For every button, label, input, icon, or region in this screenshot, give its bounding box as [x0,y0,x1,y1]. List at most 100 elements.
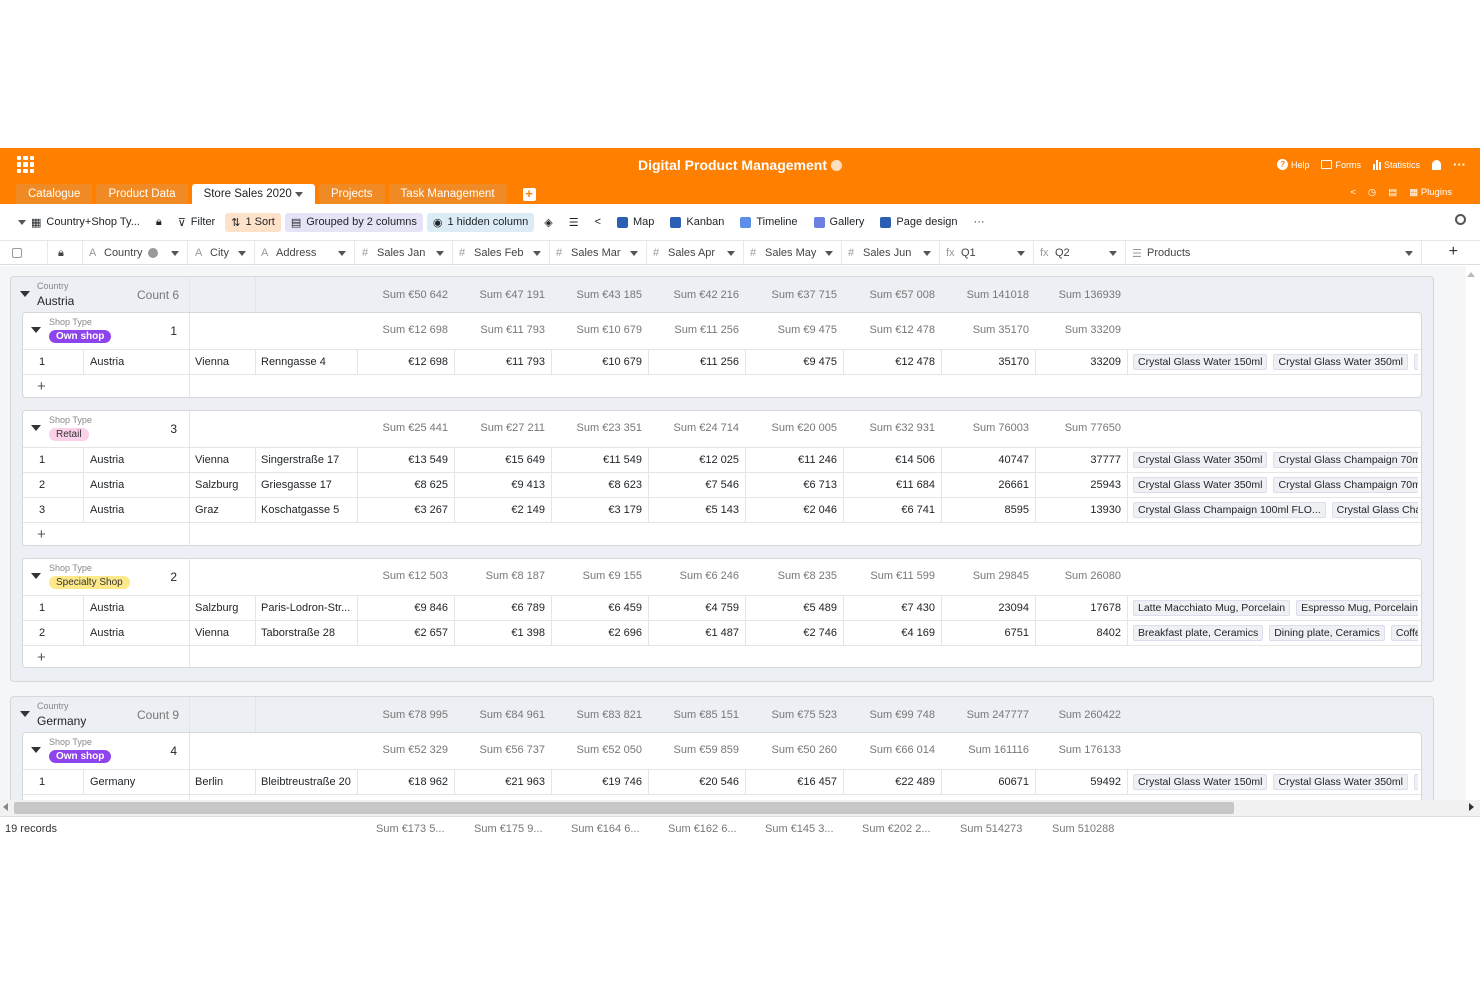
cell-country[interactable]: Austria [90,602,185,614]
product-link-chip[interactable]: Crystal Glass Water 350ml [1273,354,1408,370]
cell-number[interactable]: €18 962 [357,776,448,788]
row-height-button[interactable]: ☰ [563,213,585,232]
cell-number[interactable]: 26661 [941,479,1029,491]
add-row-button[interactable]: + [37,526,46,543]
product-link-chip[interactable]: Espresso Mug, Porcelain [1296,600,1418,616]
cell-country[interactable]: Austria [90,356,185,368]
cell-products[interactable]: Breakfast plate, Ceramics Dining plate, C… [1133,625,1418,641]
help-link[interactable]: ? Help [1276,159,1309,170]
cell-city[interactable]: Salzburg [195,479,255,491]
cell-number[interactable]: €5 489 [745,602,837,614]
cell-number[interactable]: 23094 [941,602,1029,614]
add-column-button[interactable]: + [1449,243,1458,261]
cell-number[interactable]: €2 149 [454,504,545,516]
cell-city[interactable]: Vienna [195,356,255,368]
cell-number[interactable]: €8 623 [551,479,642,491]
collapse-subgroup-icon[interactable] [31,747,41,753]
tab-projects[interactable]: Projects [319,184,385,204]
cell-number[interactable]: €4 169 [843,627,935,639]
cell-number[interactable]: €9 475 [745,356,837,368]
column-header-sales-feb[interactable]: # Sales Feb [453,241,550,265]
search-icon[interactable] [1455,214,1466,225]
product-link-chip[interactable]: Latte Macchiato Mug, Porcelain [1133,600,1291,616]
calendar-icon[interactable]: ▤ [1388,187,1397,198]
map-button[interactable]: Map [611,213,660,231]
cell-number[interactable]: €21 963 [454,776,545,788]
product-link-chip[interactable]: Breakfast plate, Ceramics [1133,625,1264,641]
collapse-subgroup-icon[interactable] [31,327,41,333]
tab-catalogue[interactable]: Catalogue [16,184,93,204]
column-header-sales-apr[interactable]: # Sales Apr [647,241,744,265]
product-link-chip[interactable]: Coffee Mu... [1390,625,1418,641]
cell-number[interactable]: €13 549 [357,454,448,466]
product-link-chip[interactable]: Crystal Glass Water 150ml [1133,354,1268,370]
cell-number[interactable]: €6 741 [843,504,935,516]
collapse-group-icon[interactable] [20,291,30,297]
cell-city[interactable]: Vienna [195,454,255,466]
column-header-city[interactable]: A City [189,241,255,265]
cell-number[interactable]: €6 713 [745,479,837,491]
cell-number[interactable]: 6751 [941,627,1029,639]
cell-number[interactable]: €16 457 [745,776,837,788]
forms-link[interactable]: Forms [1321,160,1361,170]
cell-number[interactable]: €9 413 [454,479,545,491]
cell-number[interactable]: €22 489 [843,776,935,788]
cell-products[interactable]: Crystal Glass Water 350ml Crystal Glass C… [1133,452,1418,468]
column-header-sales-may[interactable]: # Sales May [744,241,842,265]
vertical-scrollbar[interactable] [1467,272,1475,277]
cell-number[interactable]: €12 025 [648,454,739,466]
cell-number[interactable]: €1 398 [454,627,545,639]
cell-products[interactable]: Crystal Glass Water 150ml Crystal Glass W… [1133,354,1418,370]
cell-number[interactable]: €15 649 [454,454,545,466]
cell-address[interactable]: Bleibtreustraße 20 [261,776,355,788]
product-link-chip[interactable]: Crystal Glass Water 350ml [1133,477,1268,493]
column-header-sales-jan[interactable]: # Sales Jan [356,241,453,265]
product-link-chip[interactable]: Crystal Glass Water 150ml [1133,774,1268,790]
cell-number[interactable]: 17678 [1035,602,1121,614]
hidden-columns-button[interactable]: ◉ 1 hidden column [426,212,535,232]
cell-products[interactable]: Crystal Glass Champaign 100ml FLO... Crys… [1133,502,1418,518]
cell-number[interactable]: €11 684 [843,479,935,491]
column-header-q2[interactable]: fx Q2 [1034,241,1126,265]
cell-number[interactable]: €11 549 [551,454,642,466]
cell-number[interactable]: 37777 [1035,454,1121,466]
table-row[interactable]: 1 Austria Vienna Singerstraße 17 €13 549 €15 … [23,447,1421,472]
cell-number[interactable]: €8 625 [357,479,448,491]
cell-number[interactable]: 35170 [941,356,1029,368]
product-link-chip[interactable]: Crystal Glass Water 350ml [1133,452,1268,468]
share-icon[interactable]: < [1350,187,1356,198]
cell-address[interactable]: Koschatgasse 5 [261,504,355,516]
cell-city[interactable]: Berlin [195,776,255,788]
table-row[interactable]: 2 Austria Vienna Taborstraße 28 €2 657 €1 398… [23,620,1421,645]
add-table-button[interactable]: + [522,187,536,201]
product-link-chip[interactable]: Cryst... [1413,354,1418,370]
cell-number[interactable]: €7 430 [843,602,935,614]
cell-number[interactable]: €2 046 [745,504,837,516]
table-row[interactable]: 1 Austria Vienna Renngasse 4 €12 698 €11 793 €… [23,349,1421,374]
column-header-country[interactable]: A Country [83,241,188,265]
cell-number[interactable]: €3 179 [551,504,642,516]
lock-button[interactable]: 🔒︎ [150,213,168,232]
cell-number[interactable]: €20 546 [648,776,739,788]
cell-number[interactable]: €19 746 [551,776,642,788]
add-row-button[interactable]: + [37,649,46,666]
cell-number[interactable]: €9 846 [357,602,448,614]
cell-products[interactable]: Crystal Glass Water 150ml Crystal Glass W… [1133,774,1418,790]
product-link-chip[interactable]: Cryst... [1413,774,1418,790]
cell-address[interactable]: Griesgasse 17 [261,479,355,491]
sort-button[interactable]: ⇅ 1 Sort [225,212,281,232]
plugins-button[interactable]: ▦ Plugins [1409,187,1452,198]
cell-country[interactable]: Germany [90,776,185,788]
product-link-chip[interactable]: Crystal Glass Champ... [1331,502,1418,518]
collapse-subgroup-icon[interactable] [31,425,41,431]
column-header-sales-mar[interactable]: # Sales Mar [550,241,647,265]
share-view-button[interactable]: < [589,213,607,231]
page-design-button[interactable]: Page design [874,213,963,231]
cell-number[interactable]: €1 487 [648,627,739,639]
collapse-subgroup-icon[interactable] [31,573,41,579]
cell-address[interactable]: Paris-Lodron-Str... [261,602,355,614]
cell-number[interactable]: €7 546 [648,479,739,491]
cell-number[interactable]: €2 696 [551,627,642,639]
more-menu-button[interactable]: ··· [1453,157,1466,172]
collapse-group-icon[interactable] [20,711,30,717]
